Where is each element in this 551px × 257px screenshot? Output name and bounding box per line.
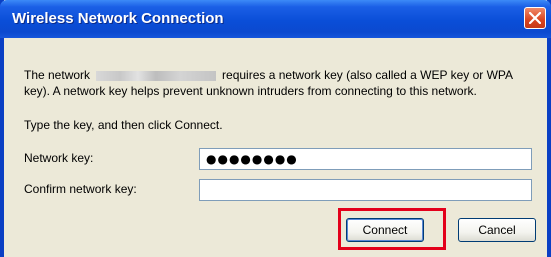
close-button[interactable] [524, 7, 546, 29]
network-key-field[interactable] [199, 148, 532, 170]
network-key-message: The network requires a network key (also … [24, 67, 539, 99]
title-bar[interactable]: Wireless Network Connection [0, 0, 551, 38]
redacted-network-name [96, 70, 217, 81]
instruction-text: Type the key, and then click Connect. [24, 118, 223, 132]
dialog-title: Wireless Network Connection [12, 10, 224, 27]
confirm-network-key-field[interactable] [199, 179, 532, 201]
confirm-network-key-label: Confirm network key: [24, 182, 137, 196]
message-prefix: The network [24, 68, 91, 82]
network-key-label: Network key: [24, 151, 94, 165]
dialog-window: Wireless Network Connection The network r… [0, 0, 551, 257]
cancel-button[interactable]: Cancel [458, 218, 536, 242]
connect-button[interactable]: Connect [346, 218, 424, 242]
close-icon [529, 12, 541, 24]
